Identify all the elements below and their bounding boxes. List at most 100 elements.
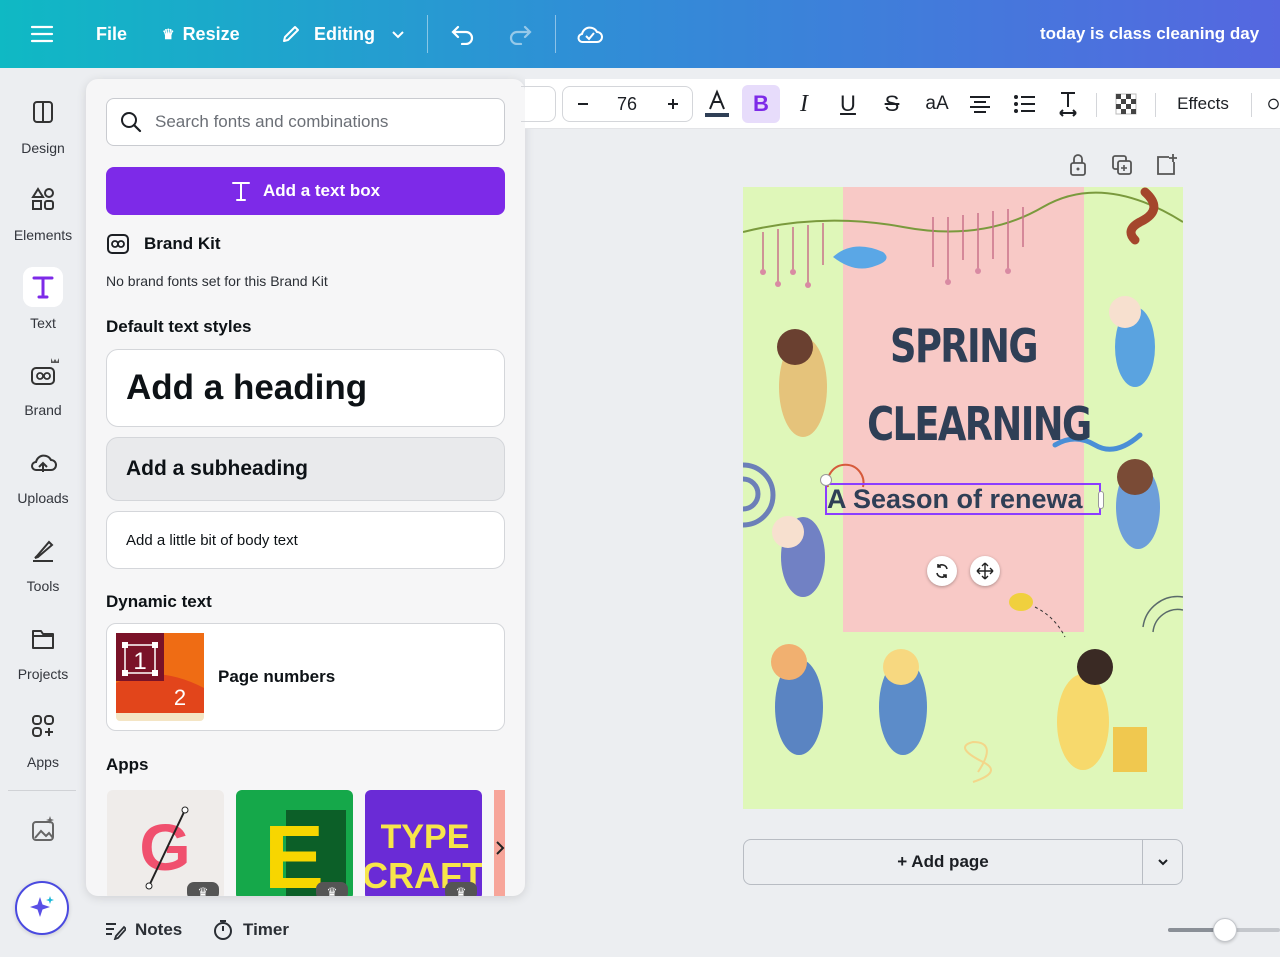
list-button[interactable]: [1011, 79, 1037, 129]
save-status-button[interactable]: [576, 0, 604, 68]
document-title[interactable]: today is class cleaning day: [1040, 0, 1259, 68]
zoom-slider-fill: [1168, 928, 1218, 932]
resize-label: Resize: [182, 23, 240, 44]
resize-handle[interactable]: [820, 474, 832, 486]
add-body-text-button[interactable]: Add a little bit of body text: [106, 511, 505, 569]
page-numbers-label: Page numbers: [218, 667, 336, 686]
align-center-icon: [970, 96, 990, 113]
design-title-line1[interactable]: SPRING: [867, 319, 1060, 373]
crown-icon: ♛: [162, 25, 175, 42]
align-button[interactable]: [967, 79, 993, 129]
doc-title-label: today is class cleaning day: [1040, 24, 1260, 43]
design-canvas[interactable]: SPRING CLEARNING A Season of renewa: [743, 187, 1183, 809]
font-search-box[interactable]: [106, 98, 505, 146]
selected-text-box[interactable]: A Season of renewa: [820, 474, 1104, 515]
chevron-down-icon: [1157, 859, 1168, 866]
rail-item-text[interactable]: Text: [0, 267, 86, 331]
rail-label: Brand: [24, 402, 62, 418]
letter-case-icon: aA: [925, 93, 949, 114]
design-title-line2[interactable]: CLEARNING: [867, 397, 1092, 451]
menu-button[interactable]: [30, 0, 54, 68]
lock-page-button[interactable]: [1066, 152, 1090, 178]
file-label: File: [96, 23, 128, 44]
app-tile-g[interactable]: G ♛: [107, 790, 224, 896]
animate-icon: [1268, 98, 1279, 110]
rail-item-tools[interactable]: Tools: [0, 530, 86, 594]
spacing-button[interactable]: [1055, 79, 1081, 129]
app-tile-typecraft[interactable]: TYPE CRAFT ♛: [365, 790, 482, 896]
italic-button[interactable]: I: [791, 79, 817, 129]
pencil-icon: [283, 26, 299, 42]
decrease-font-size-button[interactable]: [571, 79, 595, 129]
text-toolbar: 76 B I U S aA Effects: [521, 79, 1280, 129]
rail-item-design[interactable]: Design: [0, 92, 86, 156]
uploads-icon: [31, 454, 57, 472]
page-numbers-card[interactable]: 1 2 Page numbers: [106, 623, 505, 731]
default-text-styles-heading: Default text styles: [106, 317, 252, 336]
brand-kit-row[interactable]: Brand Kit: [106, 233, 221, 255]
divider: [1251, 93, 1252, 117]
rail-item-uploads[interactable]: Uploads: [0, 442, 86, 506]
bold-button[interactable]: B: [742, 85, 780, 123]
font-family-dropdown[interactable]: [521, 86, 556, 122]
duplicate-page-button[interactable]: [1110, 152, 1134, 178]
redo-button[interactable]: [507, 0, 533, 68]
add-heading-button[interactable]: Add a heading: [106, 349, 505, 427]
bold-icon: B: [753, 91, 769, 116]
effects-button[interactable]: Effects: [1171, 79, 1235, 129]
svg-text:G: G: [139, 810, 190, 884]
resize-button[interactable]: ♛ Resize: [162, 0, 240, 68]
file-menu[interactable]: File: [96, 0, 127, 68]
image-sparkle-icon: [32, 816, 54, 841]
apps-next-button[interactable]: [490, 835, 510, 861]
svg-text:TYPE: TYPE: [381, 818, 470, 856]
hamburger-icon: [30, 25, 54, 43]
zoom-slider-thumb[interactable]: [1213, 918, 1237, 942]
elements-icon: [31, 187, 54, 210]
rotate-icon: [936, 564, 948, 578]
add-subheading-button[interactable]: Add a subheading: [106, 437, 505, 501]
add-page-button[interactable]: + Add page: [744, 840, 1142, 884]
resize-handle[interactable]: [1098, 491, 1104, 509]
add-page-options-button[interactable]: [1143, 840, 1182, 884]
letter-case-button[interactable]: aA: [922, 79, 952, 129]
strikethrough-button[interactable]: S: [879, 79, 905, 129]
editing-mode-dropdown[interactable]: Editing: [280, 0, 407, 68]
move-handle[interactable]: [970, 556, 1000, 586]
font-size-value[interactable]: 76: [607, 79, 647, 129]
rail-item-brand[interactable]: Brand: [0, 354, 86, 418]
undo-button[interactable]: [450, 0, 476, 68]
rail-item-magic-media[interactable]: [0, 810, 86, 858]
divider: [555, 15, 556, 53]
add-page-icon-button[interactable]: [1154, 152, 1178, 178]
rail-item-projects[interactable]: Projects: [0, 618, 86, 682]
rail-item-elements[interactable]: Elements: [0, 179, 86, 243]
italic-icon: I: [800, 90, 808, 117]
brand-icon: [31, 358, 59, 385]
increase-font-size-button[interactable]: [661, 79, 685, 129]
timer-button[interactable]: Timer: [212, 912, 289, 948]
text-color-button[interactable]: [702, 79, 732, 129]
add-text-box-button[interactable]: Add a text box: [106, 167, 505, 215]
no-brand-fonts-text: No brand fonts set for this Brand Kit: [106, 273, 328, 289]
rotate-handle[interactable]: [927, 556, 957, 586]
editing-label: Editing: [314, 23, 375, 44]
underline-button[interactable]: U: [835, 79, 861, 129]
animate-button[interactable]: [1267, 79, 1280, 129]
app-g-logo: G♛: [139, 806, 219, 896]
notes-button[interactable]: Notes: [104, 912, 182, 948]
transparency-button[interactable]: [1113, 79, 1139, 129]
font-search-input[interactable]: [155, 112, 485, 132]
redo-icon: [509, 25, 532, 45]
text-color-icon: [705, 89, 729, 117]
design-subtitle: A Season of renewa: [827, 484, 1083, 514]
app-e-logo: E ♛: [264, 808, 348, 896]
heading-label: Add a heading: [126, 368, 368, 407]
svg-text:♛: ♛: [456, 885, 467, 896]
magic-assistant-button[interactable]: [15, 881, 69, 935]
app-tile-e[interactable]: E ♛: [236, 790, 353, 896]
notes-icon: [106, 923, 126, 940]
svg-text:E: E: [264, 808, 324, 896]
chevron-down-icon: [392, 31, 404, 39]
rail-item-apps[interactable]: Apps: [0, 706, 86, 770]
